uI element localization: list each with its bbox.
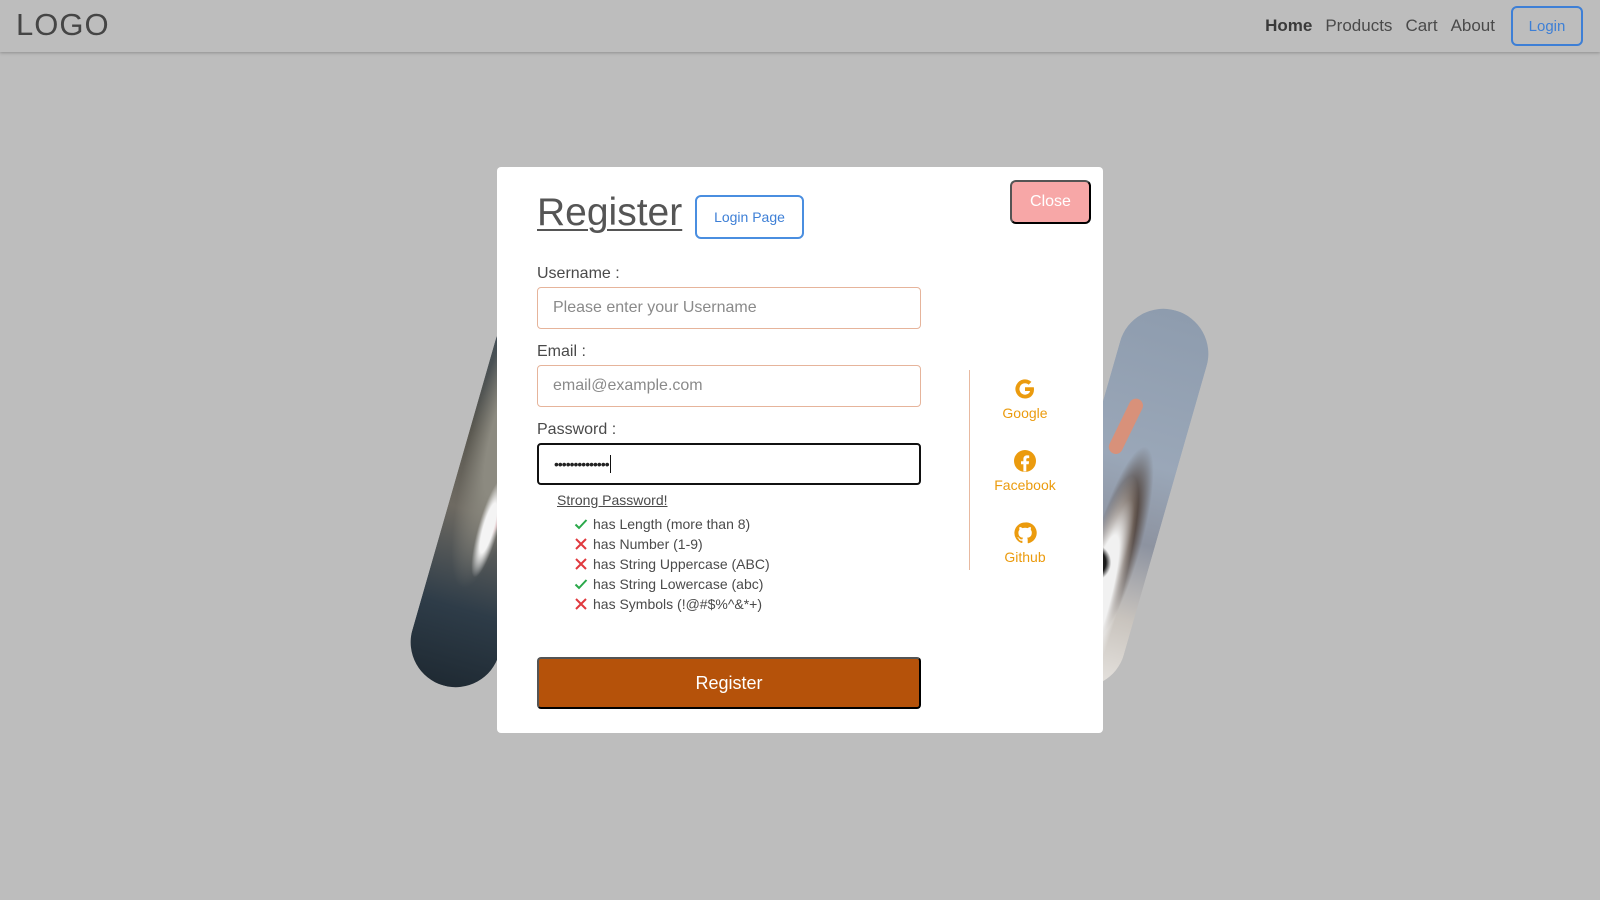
cross-icon (572, 557, 590, 571)
close-button[interactable]: Close (1010, 180, 1091, 224)
rule-symbols: has Symbols (!@#$%^&*+) (572, 594, 770, 614)
nav-links: Home Products Cart About Login (1265, 0, 1600, 52)
divider (969, 370, 970, 570)
login-page-button[interactable]: Login Page (695, 195, 804, 239)
facebook-label: Facebook (994, 477, 1056, 493)
github-icon (1013, 521, 1037, 549)
register-modal: Register Login Page Close Username : Ple… (497, 167, 1103, 733)
nav-about-link[interactable]: About (1451, 16, 1495, 36)
text-caret (609, 455, 611, 473)
password-input[interactable]: •••••••••••••• (537, 443, 921, 485)
register-button[interactable]: Register (537, 657, 921, 709)
cross-icon (572, 597, 590, 611)
navbar: LOGO Home Products Cart About Login (0, 0, 1600, 52)
password-label: Password : (537, 421, 617, 438)
rule-uppercase: has String Uppercase (ABC) (572, 554, 770, 574)
rule-length: has Length (more than 8) (572, 514, 770, 534)
password-value: •••••••••••••• (554, 456, 610, 472)
password-rules: has Length (more than 8) has Number (1-9… (572, 514, 770, 614)
facebook-icon (1013, 449, 1037, 477)
modal-title: Register (537, 191, 683, 234)
check-icon (572, 517, 590, 531)
check-icon (572, 577, 590, 591)
email-input[interactable]: email@example.com (537, 365, 921, 407)
google-icon (1013, 377, 1037, 405)
nav-login-button[interactable]: Login (1511, 6, 1583, 46)
rule-text: has String Lowercase (abc) (593, 576, 764, 592)
rule-lowercase: has String Lowercase (abc) (572, 574, 770, 594)
strong-password-link[interactable]: Strong Password! (557, 492, 668, 508)
github-label: Github (1004, 549, 1046, 565)
nav-cart-link[interactable]: Cart (1405, 16, 1437, 36)
username-label: Username : (537, 265, 620, 282)
cross-icon (572, 537, 590, 551)
rule-text: has Symbols (!@#$%^&*+) (593, 596, 763, 612)
rule-text: has Number (1-9) (593, 536, 703, 552)
rule-text: has Length (more than 8) (593, 516, 751, 532)
logo[interactable]: LOGO (16, 7, 110, 43)
username-input[interactable]: Please enter your Username (537, 287, 921, 329)
google-label: Google (1002, 405, 1048, 421)
email-label: Email : (537, 343, 586, 360)
rule-text: has String Uppercase (ABC) (593, 556, 770, 572)
facebook-login-button[interactable]: Facebook (985, 449, 1065, 493)
nav-home-link[interactable]: Home (1265, 16, 1312, 36)
google-login-button[interactable]: Google (985, 377, 1065, 421)
rule-number: has Number (1-9) (572, 534, 770, 554)
nav-products-link[interactable]: Products (1325, 16, 1392, 36)
github-login-button[interactable]: Github (985, 521, 1065, 565)
